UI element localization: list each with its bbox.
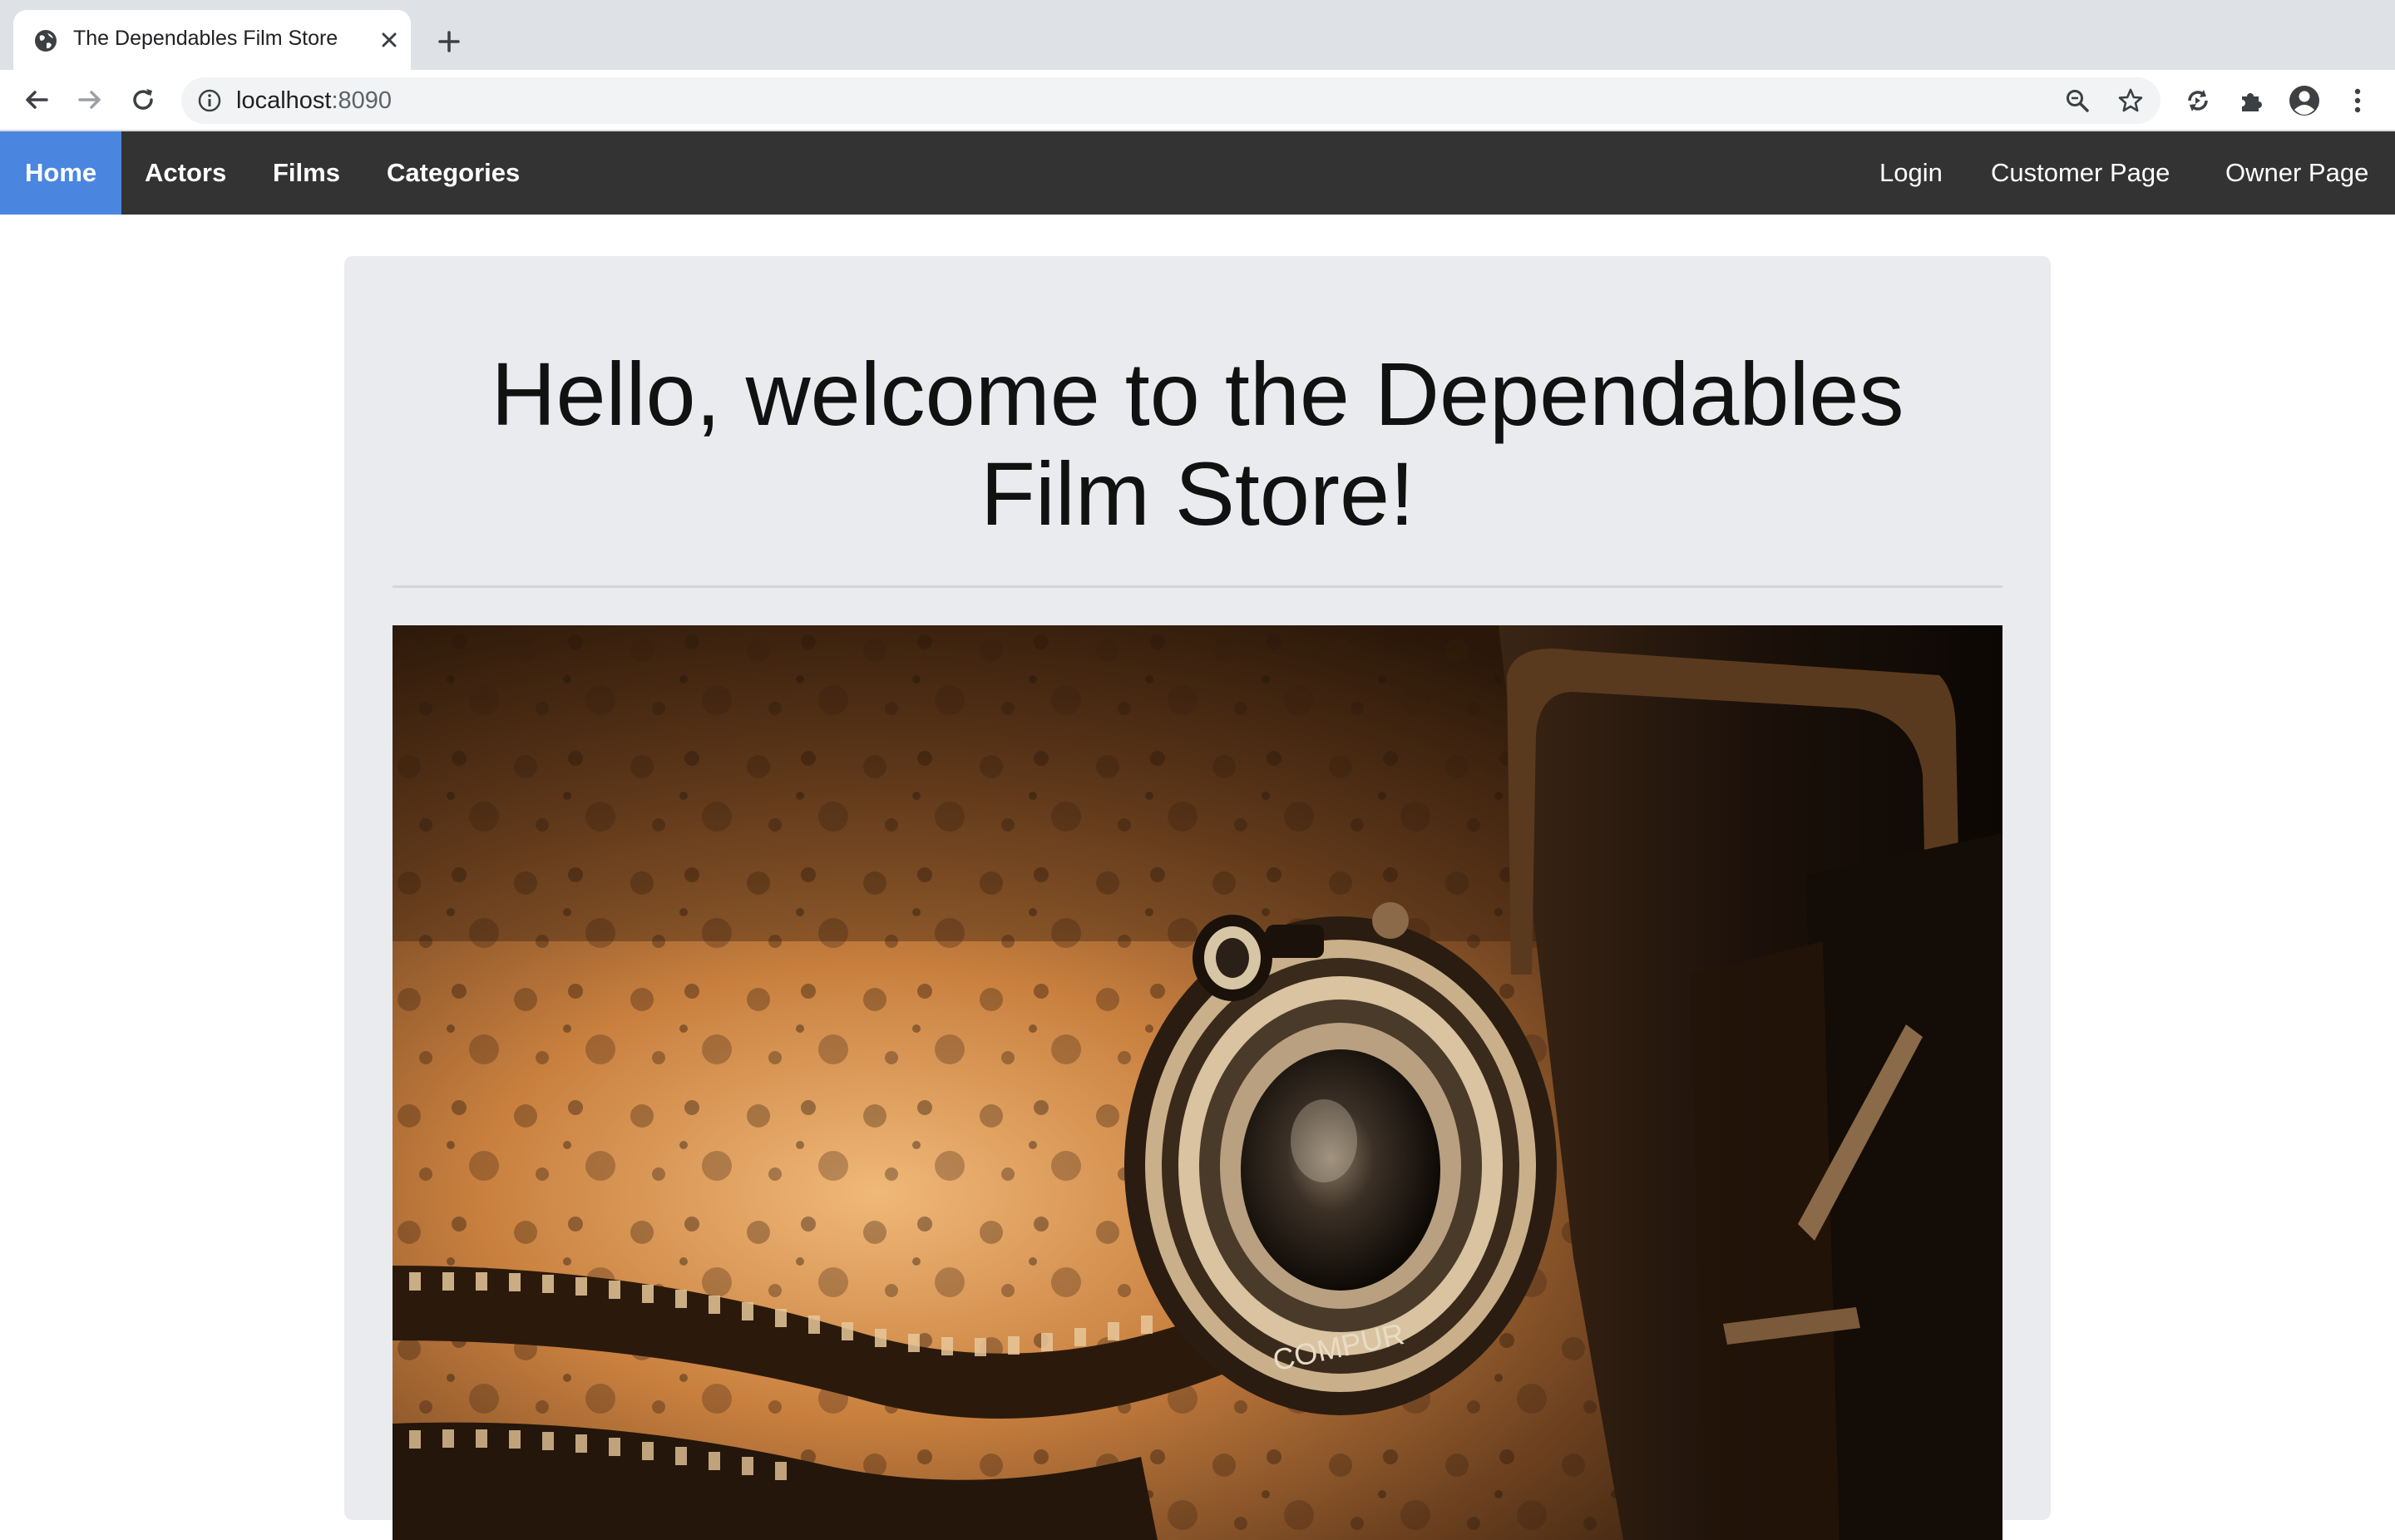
- nav-login[interactable]: Login: [1879, 131, 1943, 215]
- url-port: :8090: [331, 87, 393, 114]
- camera-lens: COMPUR: [1124, 916, 1557, 1415]
- extensions-puzzle-icon[interactable]: [2234, 83, 2269, 118]
- back-arrow-icon[interactable]: [18, 81, 55, 118]
- profile-avatar-icon[interactable]: [2287, 83, 2322, 118]
- camera-illustration: COMPUR: [393, 625, 2002, 1540]
- url-host: localhost: [236, 87, 332, 114]
- hero-image-vintage-camera: COMPUR: [393, 625, 2002, 1540]
- title-line-2: Film Store!: [980, 443, 1415, 544]
- bookmark-star-icon[interactable]: [2116, 86, 2146, 116]
- divider: [393, 585, 2002, 588]
- site-navbar: Home Actors Films Categories Login Custo…: [0, 131, 2395, 215]
- welcome-jumbotron: Hello, welcome to the Dependables Film S…: [344, 256, 2051, 1540]
- zoom-icon[interactable]: [2062, 86, 2092, 116]
- tab-title: The Dependables Film Store: [73, 27, 338, 50]
- sync-icon[interactable]: [2180, 83, 2215, 118]
- new-tab-icon[interactable]: [432, 25, 466, 58]
- url-text: localhost:8090: [236, 87, 392, 115]
- nav-owner-page[interactable]: Owner Page: [2225, 131, 2368, 215]
- browser-toolbar: localhost:8090: [0, 70, 2395, 131]
- title-line-1: Hello, welcome to the Dependables: [491, 343, 1904, 444]
- address-bar[interactable]: localhost:8090: [181, 77, 2160, 124]
- nav-home[interactable]: Home: [0, 131, 121, 215]
- nav-categories[interactable]: Categories: [387, 131, 520, 215]
- menu-kebab-icon[interactable]: [2340, 83, 2375, 118]
- nav-films[interactable]: Films: [273, 131, 340, 215]
- nav-actors[interactable]: Actors: [145, 131, 226, 215]
- forward-arrow-icon[interactable]: [72, 81, 108, 118]
- browser-tab[interactable]: The Dependables Film Store: [13, 10, 411, 70]
- close-tab-icon[interactable]: [376, 27, 402, 53]
- globe-icon: [35, 30, 57, 52]
- site-info-icon[interactable]: [196, 87, 223, 114]
- browser-tabstrip: The Dependables Film Store: [0, 0, 2395, 70]
- page-title: Hello, welcome to the Dependables Film S…: [344, 344, 2051, 544]
- nav-customer-page[interactable]: Customer Page: [1991, 131, 2170, 215]
- reload-icon[interactable]: [125, 81, 161, 118]
